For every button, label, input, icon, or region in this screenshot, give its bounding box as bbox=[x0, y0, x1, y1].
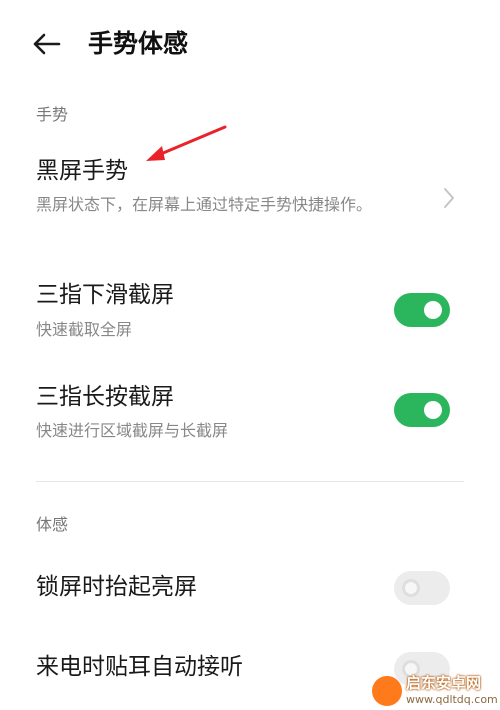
raise-to-wake-toggle[interactable] bbox=[394, 571, 450, 605]
section-label-motion: 体感 bbox=[36, 515, 69, 534]
setting-item-three-finger-swipe: 三指下滑截屏 快速截取全屏 bbox=[0, 280, 500, 344]
setting-item-three-finger-hold: 三指长按截屏 快速进行区域截屏与长截屏 bbox=[0, 382, 500, 446]
toggle-knob bbox=[424, 401, 442, 419]
three-finger-hold-toggle[interactable] bbox=[394, 393, 450, 427]
back-arrow-icon bbox=[33, 33, 61, 55]
item-title: 来电时贴耳自动接听 bbox=[36, 654, 243, 680]
back-button[interactable] bbox=[26, 26, 66, 62]
section-label-gestures: 手势 bbox=[36, 105, 69, 124]
setting-item-screen-off-gesture[interactable]: 黑屏手势 黑屏状态下，在屏幕上通过特定手势快捷操作。 bbox=[0, 150, 500, 250]
item-title: 三指下滑截屏 bbox=[36, 282, 174, 308]
watermark-name: 启东安卓网 bbox=[406, 674, 482, 692]
setting-item-raise-to-wake: 锁屏时抬起亮屏 bbox=[0, 570, 500, 606]
section-divider bbox=[36, 481, 464, 482]
item-title: 三指长按截屏 bbox=[36, 384, 174, 410]
item-description: 快速进行区域截屏与长截屏 bbox=[36, 421, 229, 440]
item-description: 黑屏状态下，在屏幕上通过特定手势快捷操作。 bbox=[36, 195, 373, 214]
toggle-knob bbox=[424, 301, 442, 319]
item-title: 锁屏时抬起亮屏 bbox=[36, 574, 197, 600]
toggle-knob bbox=[402, 579, 420, 597]
page-title: 手势体感 bbox=[88, 29, 189, 58]
chevron-right-icon bbox=[444, 188, 454, 208]
watermark-logo-icon bbox=[372, 676, 402, 706]
watermark-url: www.qdltdq.com bbox=[406, 693, 498, 706]
app-header: 手势体感 bbox=[0, 0, 500, 88]
watermark: 启东安卓网 www.qdltdq.com bbox=[372, 672, 500, 710]
item-title: 黑屏手势 bbox=[36, 158, 128, 184]
item-description: 快速截取全屏 bbox=[36, 320, 133, 339]
three-finger-swipe-toggle[interactable] bbox=[394, 293, 450, 327]
